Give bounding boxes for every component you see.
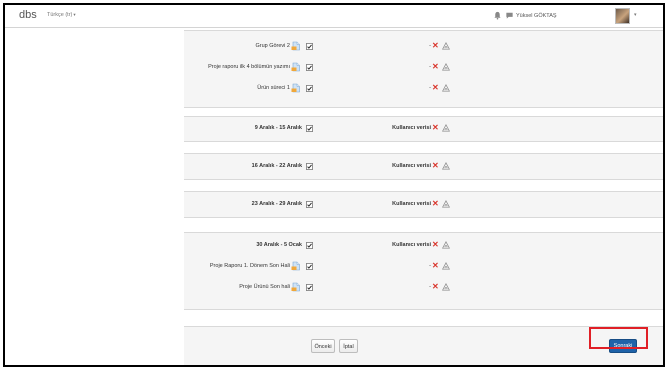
file-icon[interactable] [291, 62, 301, 72]
completion-checkbox[interactable] [306, 263, 313, 270]
completion-checkbox[interactable] [306, 85, 313, 92]
x-icon[interactable]: ✕ [432, 83, 439, 93]
task-label: Proje Ürünü Son hali [239, 284, 290, 290]
x-icon[interactable]: ✕ [432, 199, 439, 209]
file-icon[interactable] [291, 83, 301, 93]
completion-checkbox[interactable] [306, 242, 313, 249]
chevron-down-icon[interactable]: ▾ [634, 12, 637, 18]
warning-icon[interactable] [442, 124, 450, 132]
task-status: - [429, 64, 431, 70]
file-icon[interactable] [291, 41, 301, 51]
warning-icon[interactable] [442, 262, 450, 270]
x-icon[interactable]: ✕ [432, 261, 439, 271]
x-icon[interactable]: ✕ [432, 41, 439, 51]
top-navbar: dbs Türkçe (tr)▾ Yüksel GÖKTAŞ ▾ [5, 5, 663, 28]
task-row: 16 Aralık - 22 Aralık Kullanıcı verisi ✕ [184, 161, 663, 173]
avatar[interactable] [615, 8, 630, 24]
task-row: 30 Aralık - 5 Ocak Kullanıcı verisi ✕ [184, 240, 663, 252]
task-label: Proje Raporu 1. Dönem Son Hali [209, 263, 290, 269]
completion-checkbox[interactable] [306, 201, 313, 208]
task-status: - [429, 43, 431, 49]
task-label: 9 Aralık - 15 Aralık [254, 125, 302, 131]
task-row: Ürün süreci 1 - ✕ [184, 83, 663, 95]
warning-icon[interactable] [442, 84, 450, 92]
x-icon[interactable]: ✕ [432, 62, 439, 72]
brand-logo[interactable]: dbs [19, 9, 37, 21]
app-window: dbs Türkçe (tr)▾ Yüksel GÖKTAŞ ▾ Grup Gö… [3, 3, 665, 367]
user-name[interactable]: Yüksel GÖKTAŞ [516, 13, 557, 19]
task-label: Ürün süreci 1 [257, 85, 290, 91]
task-row: Grup Görevi 2 - ✕ [184, 41, 663, 53]
chat-icon[interactable] [505, 11, 514, 20]
task-label: 23 Aralık - 29 Aralık [251, 201, 302, 207]
week-section: 23 Aralık - 29 Aralık Kullanıcı verisi ✕ [184, 191, 663, 218]
week-section: Grup Görevi 2- ✕ Proje raporu ilk 4 bölümü… [184, 30, 663, 108]
warning-icon[interactable] [442, 63, 450, 71]
x-icon[interactable]: ✕ [432, 240, 439, 250]
task-status: Kullanıcı verisi [392, 163, 431, 169]
warning-icon[interactable] [442, 200, 450, 208]
warning-icon[interactable] [442, 241, 450, 249]
completion-checkbox[interactable] [306, 163, 313, 170]
task-row: Proje Ürünü Son hali - ✕ [184, 282, 663, 294]
warning-icon[interactable] [442, 42, 450, 50]
task-row: Proje Raporu 1. Dönem Son Hali - ✕ [184, 261, 663, 273]
task-label: Grup Görevi 2 [255, 43, 290, 49]
file-icon[interactable] [291, 282, 301, 292]
cancel-button[interactable]: İptal [339, 339, 358, 353]
task-status: Kullanıcı verisi [392, 201, 431, 207]
warning-icon[interactable] [442, 283, 450, 291]
task-label: 16 Aralık - 22 Aralık [251, 163, 302, 169]
task-status: Kullanıcı verisi [392, 242, 431, 248]
task-label: Proje raporu ilk 4 bölümün yazımı [208, 64, 290, 70]
file-icon[interactable] [291, 261, 301, 271]
task-row: 9 Aralık - 15 Aralık Kullanıcı verisi ✕ [184, 123, 663, 135]
bell-icon[interactable] [493, 11, 502, 20]
language-label: Türkçe (tr) [47, 12, 73, 18]
task-status: - [429, 263, 431, 269]
completion-checkbox[interactable] [306, 125, 313, 132]
previous-button[interactable]: Önceki [311, 339, 335, 353]
week-section: 30 Aralık - 5 Ocak Kullanıcı verisi ✕ Proje… [184, 232, 663, 310]
completion-checkbox[interactable] [306, 43, 313, 50]
week-section: 16 Aralık - 22 Aralık Kullanıcı verisi ✕ [184, 153, 663, 180]
warning-icon[interactable] [442, 162, 450, 170]
chevron-down-icon: ▾ [73, 12, 76, 17]
week-section: 9 Aralık - 15 Aralık Kullanıcı verisi ✕ [184, 116, 663, 142]
task-label: 30 Aralık - 5 Ocak [256, 242, 302, 248]
task-status: - [429, 284, 431, 290]
language-selector[interactable]: Türkçe (tr)▾ [47, 12, 76, 18]
next-button-highlight [589, 327, 648, 349]
x-icon[interactable]: ✕ [432, 282, 439, 292]
task-row: 23 Aralık - 29 Aralık Kullanıcı verisi ✕ [184, 199, 663, 211]
task-status: - [429, 85, 431, 91]
task-row: Proje raporu ilk 4 bölümün yazımı - ✕ [184, 62, 663, 74]
completion-checkbox[interactable] [306, 284, 313, 291]
x-icon[interactable]: ✕ [432, 161, 439, 171]
task-status: Kullanıcı verisi [392, 125, 431, 131]
completion-checkbox[interactable] [306, 64, 313, 71]
x-icon[interactable]: ✕ [432, 123, 439, 133]
